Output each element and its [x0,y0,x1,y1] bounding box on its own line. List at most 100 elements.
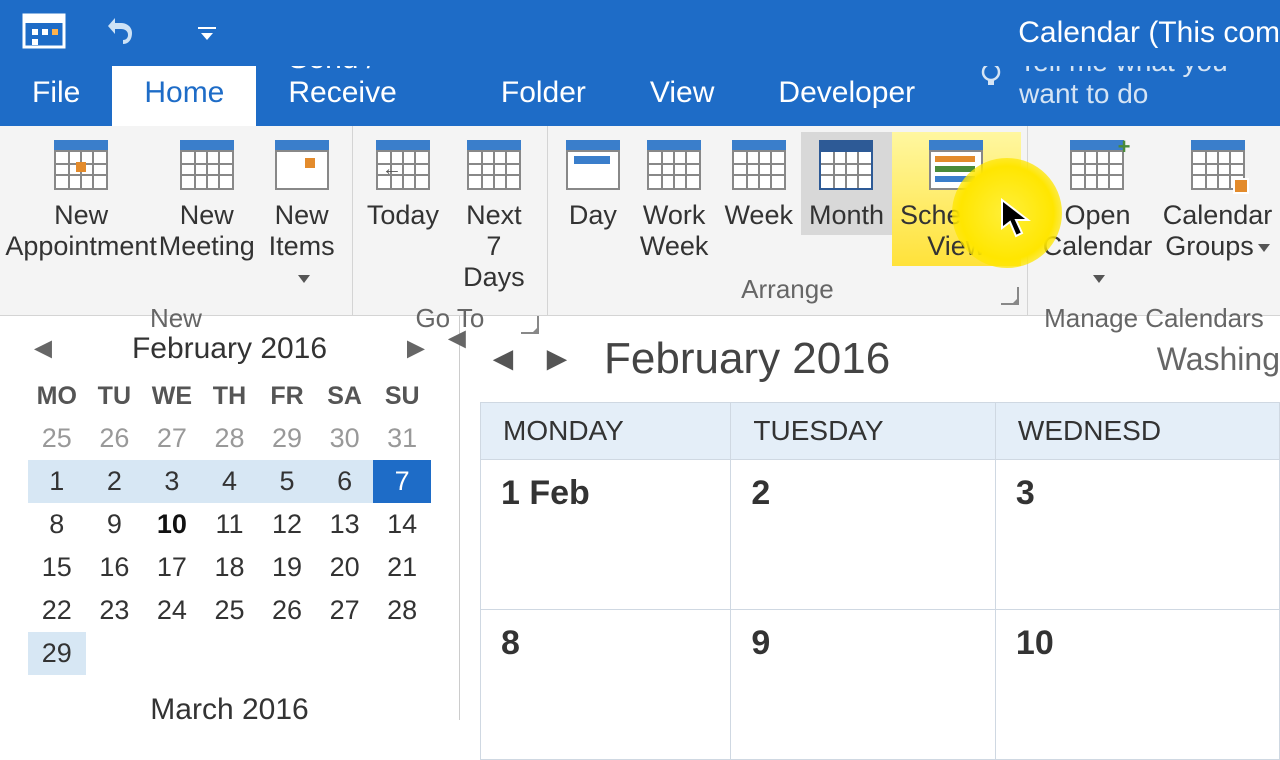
new-appointment-button[interactable]: New Appointment [6,132,156,266]
mini-dow-header: MO [28,376,86,417]
ribbon: New Appointment New Meeting New Items Ne… [0,126,1280,316]
group-label-new: New [0,297,352,344]
mini-day-cell[interactable]: 5 [258,460,316,503]
month-day-cell[interactable]: 3 [995,460,1279,610]
mini-dow-header: FR [258,376,316,417]
mini-day-cell[interactable]: 23 [86,589,144,632]
mini-day-cell[interactable]: 10 [143,503,201,546]
month-column-header: MONDAY [481,403,731,460]
mini-day-cell[interactable]: 16 [86,546,144,589]
mini-day-cell[interactable]: 9 [86,503,144,546]
dropdown-icon [1093,275,1105,283]
dropdown-icon [298,275,310,283]
schedule-view-button[interactable]: Schedule View [892,132,1021,266]
qat-customize-icon[interactable] [198,24,216,42]
quick-access-toolbar [0,9,216,58]
month-day-cell[interactable]: 1 Feb [481,460,731,610]
tab-file[interactable]: File [0,64,112,126]
month-column-header: TUESDAY [731,403,996,460]
mini-day-cell [258,632,316,675]
mini-day-cell[interactable]: 24 [143,589,201,632]
mini-day-cell [201,632,259,675]
mini-day-cell [316,632,374,675]
mini-day-cell[interactable]: 18 [201,546,259,589]
group-label-arrange: Arrange [548,268,1027,315]
mini-day-cell[interactable]: 31 [373,417,431,460]
mini-day-cell[interactable]: 19 [258,546,316,589]
tab-view[interactable]: View [618,64,746,126]
mini-day-cell[interactable]: 22 [28,589,86,632]
new-meeting-button[interactable]: New Meeting [156,132,257,266]
week-view-button[interactable]: Week [716,132,801,235]
mini-day-cell[interactable]: 26 [258,589,316,632]
mini-day-cell[interactable]: 11 [201,503,259,546]
outlook-app-icon [22,9,66,58]
mini-day-cell[interactable]: 13 [316,503,374,546]
month-day-cell[interactable]: 8 [481,610,731,760]
today-button[interactable]: ← Today [359,132,447,235]
next-mini-month-label: March 2016 [28,693,431,727]
month-column-header: WEDNESD [995,403,1279,460]
work-week-view-button[interactable]: Work Week [632,132,717,266]
tab-home[interactable]: Home [112,64,256,126]
dropdown-icon [1258,244,1270,252]
mini-day-cell[interactable]: 4 [201,460,259,503]
mini-day-cell[interactable]: 25 [28,417,86,460]
mini-day-cell[interactable]: 7 [373,460,431,503]
next-7-days-button[interactable]: Next 7 Days [447,132,541,297]
mini-day-cell[interactable]: 3 [143,460,201,503]
mini-calendar-grid: MOTUWETHFRSASU 2526272829303112345678910… [28,376,431,675]
month-day-cell[interactable]: 2 [731,460,996,610]
mini-day-cell[interactable]: 28 [201,417,259,460]
mini-day-cell[interactable]: 25 [201,589,259,632]
ribbon-group-arrange: Day Work Week Week Month Schedule View A… [548,126,1028,315]
mini-day-cell[interactable]: 2 [86,460,144,503]
mini-day-cell[interactable]: 29 [258,417,316,460]
mini-day-cell[interactable]: 6 [316,460,374,503]
mini-day-cell[interactable]: 12 [258,503,316,546]
open-calendar-button[interactable]: + Open Calendar [1034,132,1161,297]
mini-day-cell[interactable]: 30 [316,417,374,460]
collapse-sidebar-icon[interactable]: ◄ [442,322,472,356]
title-bar: Calendar (This com [0,0,1280,66]
mini-day-cell[interactable]: 1 [28,460,86,503]
month-day-cell[interactable]: 10 [995,610,1279,760]
ribbon-tabs: File Home Send / Receive Folder View Dev… [0,66,1280,126]
calendar-body: ◄ February 2016 ► MOTUWETHFRSASU 2526272… [0,316,1280,720]
day-number: 10 [1016,624,1054,662]
mini-day-cell [373,632,431,675]
mini-day-cell[interactable]: 8 [28,503,86,546]
mini-day-cell[interactable]: 27 [143,417,201,460]
dialog-launcher-icon[interactable] [1001,287,1019,305]
mini-day-cell[interactable]: 14 [373,503,431,546]
mini-day-cell[interactable]: 28 [373,589,431,632]
ribbon-group-manage-calendars: + Open Calendar Calendar Groups Manage C… [1028,126,1280,315]
mini-day-cell[interactable]: 27 [316,589,374,632]
month-day-cell[interactable]: 9 [731,610,996,760]
month-view-button[interactable]: Month [801,132,892,235]
undo-icon[interactable] [106,15,138,52]
main-month-title: February 2016 [604,334,890,384]
mini-day-cell[interactable]: 21 [373,546,431,589]
calendar-groups-button[interactable]: Calendar Groups [1161,132,1274,266]
month-grid: MONDAYTUESDAYWEDNESD 1 Feb 2 3 89 10 [480,402,1280,760]
tab-developer[interactable]: Developer [746,64,947,126]
day-view-button[interactable]: Day [554,132,632,235]
main-prev-icon[interactable]: ◄ [486,340,520,379]
mini-day-cell[interactable]: 26 [86,417,144,460]
day-number: 1 Feb [501,474,590,512]
mini-day-cell[interactable]: 29 [28,632,86,675]
mini-day-cell[interactable]: 15 [28,546,86,589]
tab-folder[interactable]: Folder [469,64,618,126]
main-next-icon[interactable]: ► [540,340,574,379]
mini-day-cell [86,632,144,675]
day-number: 2 [751,474,770,512]
new-items-button[interactable]: New Items [257,132,346,297]
date-navigator: ◄ February 2016 ► MOTUWETHFRSASU 2526272… [0,316,460,720]
ribbon-group-goto: ← Today Next 7 Days Go To [353,126,548,315]
day-number: 3 [1016,474,1035,512]
mini-day-cell[interactable]: 20 [316,546,374,589]
day-number: 9 [751,624,770,662]
mini-day-cell[interactable]: 17 [143,546,201,589]
mini-day-cell [143,632,201,675]
